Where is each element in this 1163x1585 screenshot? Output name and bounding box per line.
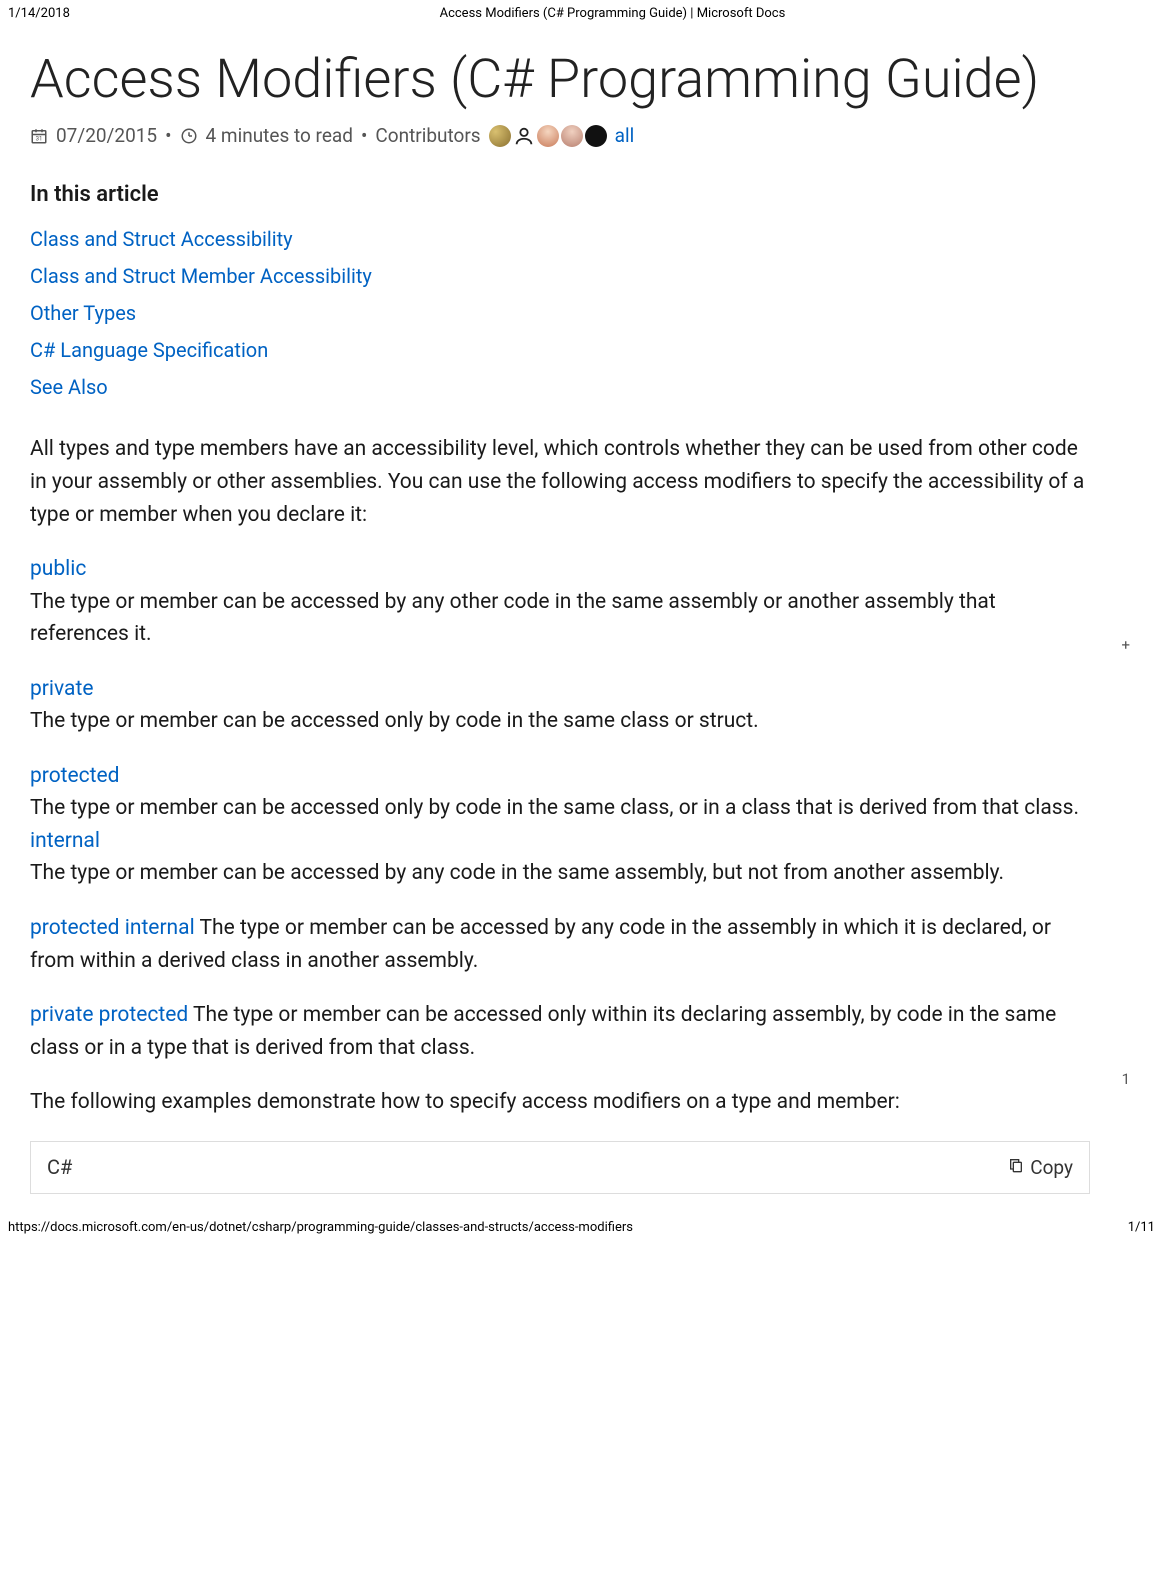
in-this-article-nav: In this article Class and Struct Accessi… xyxy=(30,178,1090,403)
toc-link[interactable]: See Also xyxy=(30,375,108,399)
modifier-internal: internal The type or member can be acces… xyxy=(30,825,1090,890)
avatar[interactable] xyxy=(537,125,559,147)
svg-text:31: 31 xyxy=(36,135,43,142)
article-date: 07/20/2015 xyxy=(56,121,157,150)
print-header: 1/14/2018 Access Modifiers (C# Programmi… xyxy=(0,0,1163,34)
print-url: https://docs.microsoft.com/en-us/dotnet/… xyxy=(8,1218,633,1238)
main-content: Access Modifiers (C# Programming Guide) … xyxy=(0,48,1120,1194)
protected-link[interactable]: protected xyxy=(30,764,120,788)
margin-plus: + xyxy=(1121,634,1130,657)
avatar[interactable] xyxy=(561,125,583,147)
private-desc: The type or member can be accessed only … xyxy=(30,709,759,733)
code-language-label: C# xyxy=(47,1152,72,1183)
page-title: Access Modifiers (C# Programming Guide) xyxy=(30,48,1090,113)
separator-dot: • xyxy=(361,121,367,150)
copy-icon xyxy=(1008,1153,1024,1182)
contributors-label: Contributors xyxy=(375,121,480,150)
internal-desc: The type or member can be accessed by an… xyxy=(30,861,1004,885)
print-date: 1/14/2018 xyxy=(8,4,70,24)
public-desc: The type or member can be accessed by an… xyxy=(30,590,996,647)
code-header: C# Copy xyxy=(30,1141,1090,1194)
print-page-number: 1/11 xyxy=(1128,1218,1155,1238)
examples-intro: The following examples demonstrate how t… xyxy=(30,1086,1090,1119)
copy-label: Copy xyxy=(1030,1153,1073,1182)
modifier-private-protected: private protected The type or member can… xyxy=(30,999,1090,1064)
toc-link[interactable]: Class and Struct Accessibility xyxy=(30,227,293,251)
avatar[interactable] xyxy=(585,125,607,147)
toc-link[interactable]: C# Language Specification xyxy=(30,338,268,362)
avatar[interactable] xyxy=(489,125,511,147)
contributors-all-link[interactable]: all xyxy=(615,121,635,150)
intro-paragraph: All types and type members have an acces… xyxy=(30,433,1090,531)
protected-desc: The type or member can be accessed only … xyxy=(30,796,1079,820)
clock-icon xyxy=(180,127,198,145)
internal-link[interactable]: internal xyxy=(30,829,100,853)
calendar-icon: 31 xyxy=(30,127,48,145)
toc-link[interactable]: Class and Struct Member Accessibility xyxy=(30,264,372,288)
print-footer: https://docs.microsoft.com/en-us/dotnet/… xyxy=(0,1194,1163,1242)
private-protected-link[interactable]: private protected xyxy=(30,1003,188,1027)
modifier-public: public The type or member can be accesse… xyxy=(30,553,1090,651)
print-title: Access Modifiers (C# Programming Guide) … xyxy=(440,4,786,24)
protected-internal-link[interactable]: protected internal xyxy=(30,916,195,940)
private-link[interactable]: private xyxy=(30,677,93,701)
modifier-protected: protected The type or member can be acce… xyxy=(30,760,1090,825)
modifier-protected-internal: protected internal The type or member ca… xyxy=(30,912,1090,977)
toc-link[interactable]: Other Types xyxy=(30,301,136,325)
separator-dot: • xyxy=(165,121,171,150)
modifier-private: private The type or member can be access… xyxy=(30,673,1090,738)
contributor-avatars xyxy=(489,125,607,147)
read-time: 4 minutes to read xyxy=(206,121,353,150)
margin-one: 1 xyxy=(1122,1068,1130,1091)
toc-heading: In this article xyxy=(30,178,1090,212)
meta-row: 31 07/20/2015 • 4 minutes to read • Cont… xyxy=(30,121,1090,150)
copy-button[interactable]: Copy xyxy=(1008,1153,1073,1182)
avatar[interactable] xyxy=(513,125,535,147)
public-link[interactable]: public xyxy=(30,557,86,581)
